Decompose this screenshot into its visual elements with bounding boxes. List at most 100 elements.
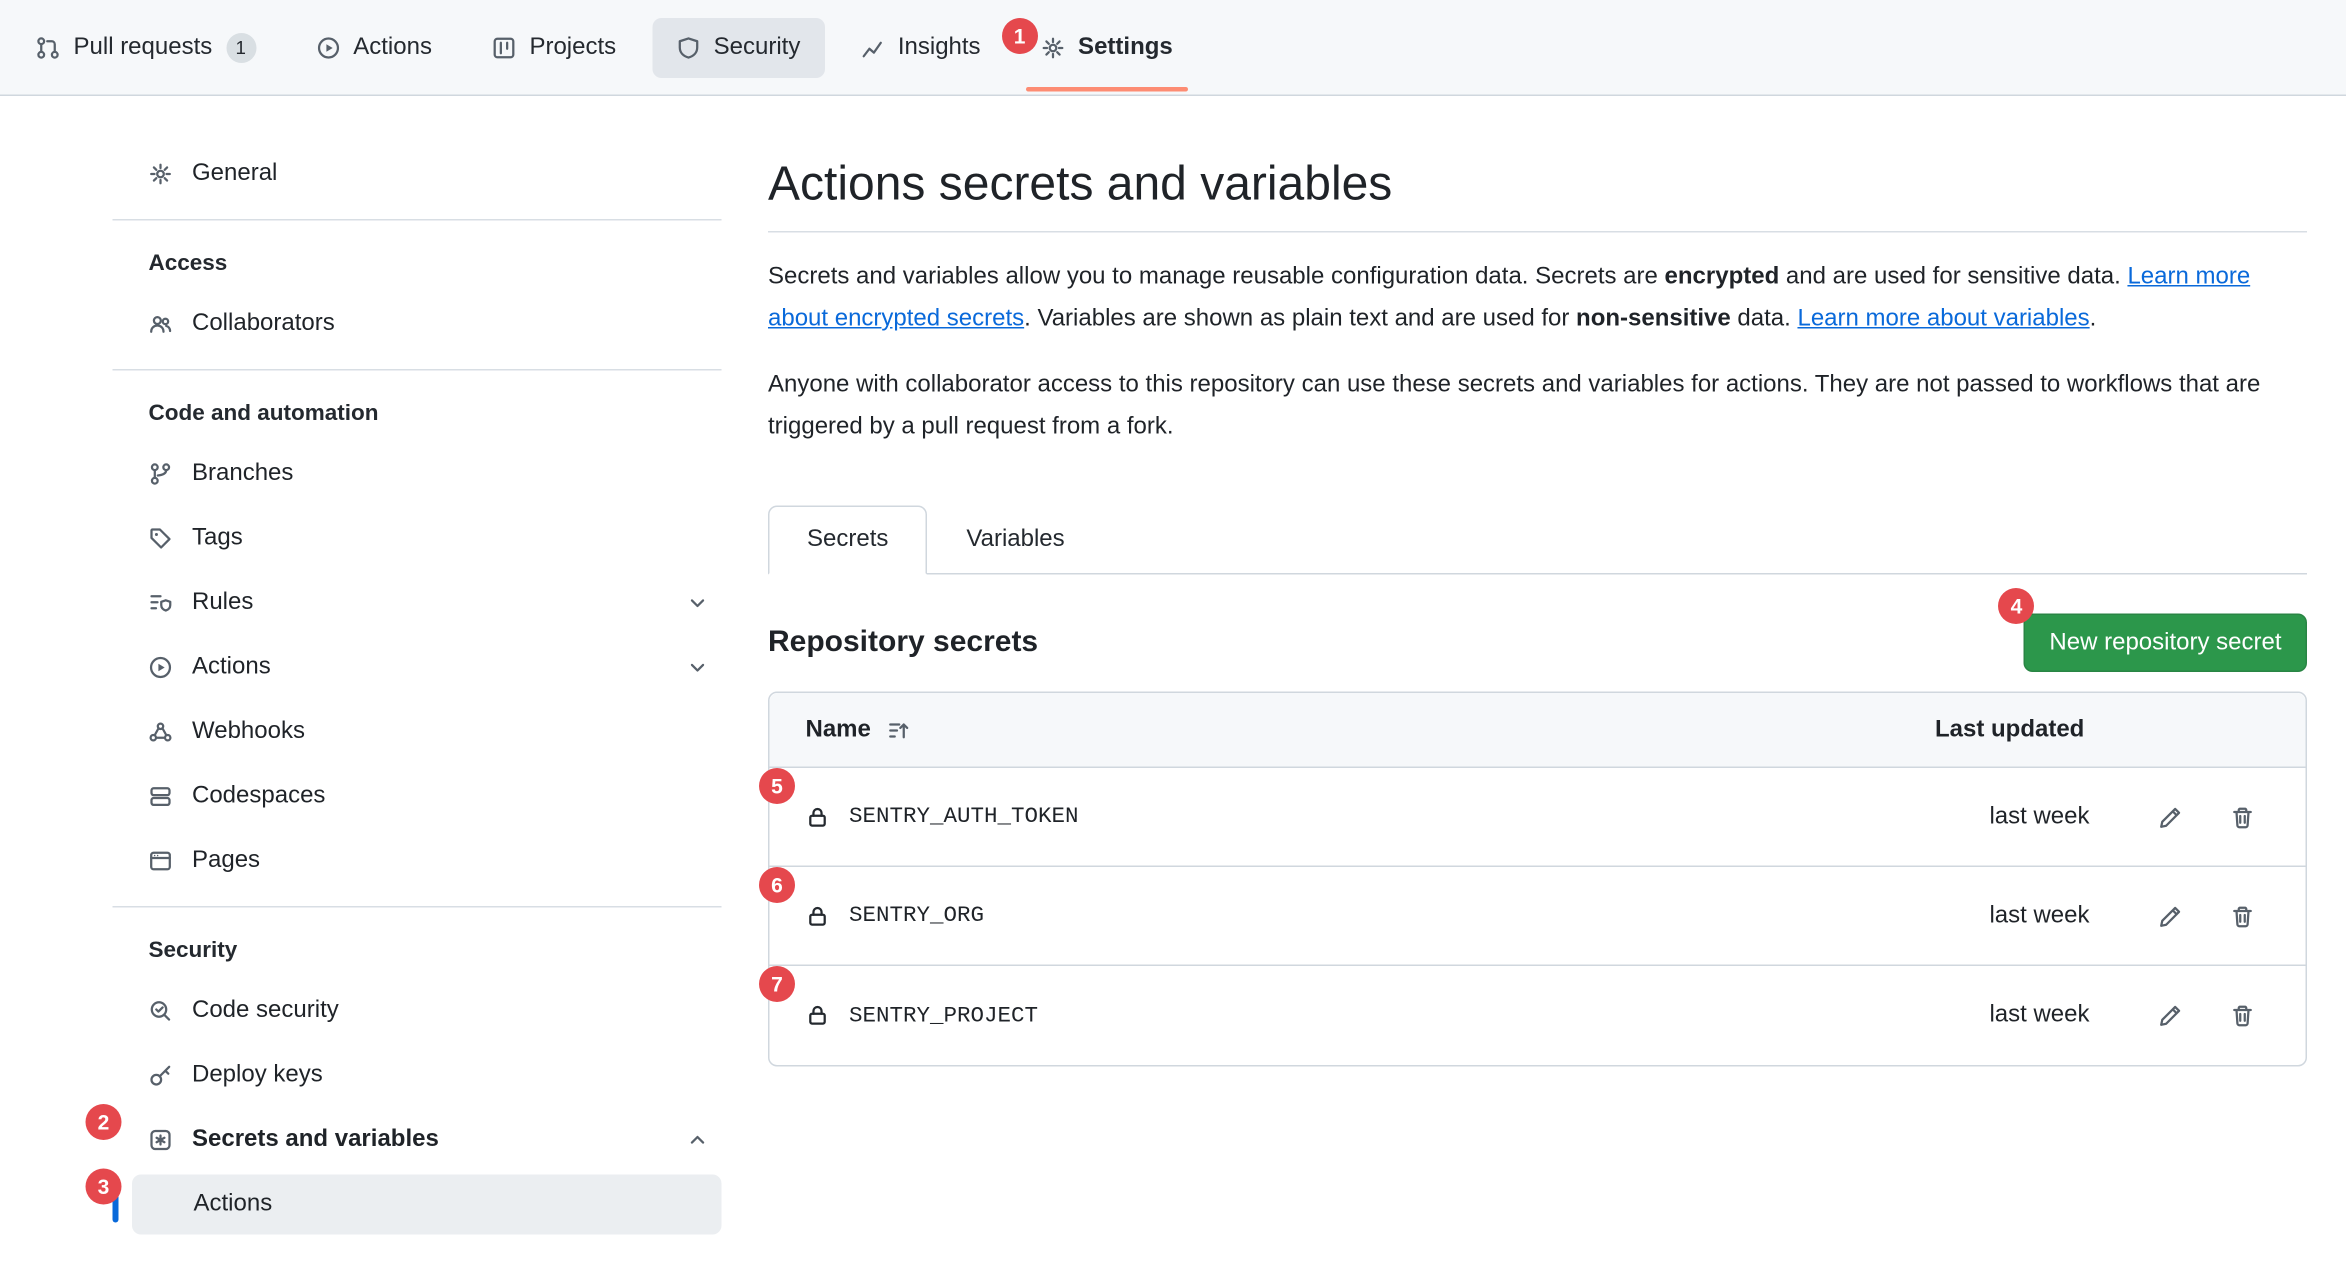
secrets-variables-tabbar: Secrets Variables <box>768 506 2307 575</box>
annotation-badge-6: 6 <box>759 867 795 903</box>
projects-icon <box>492 35 516 59</box>
sort-ascending-icon <box>886 718 910 742</box>
git-pull-request-icon <box>36 35 60 59</box>
nav-settings-label: Settings <box>1078 34 1173 61</box>
annotation-badge-5: 5 <box>759 768 795 804</box>
sidebar-item-label: Tags <box>192 525 243 552</box>
sidebar-item-label: Pages <box>192 848 260 875</box>
play-icon <box>149 656 173 680</box>
sidebar-item-label: Branches <box>192 461 293 488</box>
sidebar-item-pages[interactable]: Pages <box>113 831 722 891</box>
nav-projects[interactable]: Projects <box>468 17 640 77</box>
key-icon <box>149 1064 173 1088</box>
nav-security-label: Security <box>714 34 801 61</box>
annotation-badge-3: 3 <box>86 1169 122 1205</box>
intro-bold-encrypted: encrypted <box>1665 264 1780 290</box>
secret-name: SENTRY_ORG <box>849 903 984 929</box>
secret-name: SENTRY_AUTH_TOKEN <box>849 804 1079 830</box>
rules-icon <box>149 591 173 615</box>
annotation-badge-7: 7 <box>759 966 795 1002</box>
nav-insights-label: Insights <box>898 34 981 61</box>
pencil-icon <box>2159 904 2183 928</box>
sidebar-item-deploy-keys[interactable]: Deploy keys <box>113 1046 722 1106</box>
new-repository-secret-button[interactable]: New repository secret <box>2024 614 2307 673</box>
sidebar-item-code-security[interactable]: Code security <box>113 981 722 1041</box>
sidebar-item-general[interactable]: General <box>113 144 722 204</box>
sidebar-item-actions[interactable]: Actions <box>113 638 722 698</box>
codespaces-icon <box>149 785 173 809</box>
pencil-icon <box>2159 805 2183 829</box>
intro-text: and are used for sensitive data. <box>1779 264 2127 290</box>
intro-text: . <box>2090 306 2097 332</box>
nav-pull-requests[interactable]: Pull requests 1 <box>12 17 280 77</box>
secret-row: 7 SENTRY_PROJECT last week <box>770 966 2306 1065</box>
sidebar-item-tags[interactable]: Tags <box>113 509 722 569</box>
webhook-icon <box>149 720 173 744</box>
tag-icon <box>149 527 173 551</box>
sidebar-item-label: Actions <box>192 654 271 681</box>
annotation-badge-2: 2 <box>86 1104 122 1140</box>
delete-secret-button[interactable] <box>2225 898 2261 934</box>
shield-icon <box>676 35 700 59</box>
last-updated-value: last week <box>1935 1002 2090 1029</box>
people-icon <box>149 312 173 336</box>
sidebar-item-secrets-and-variables[interactable]: 2 Secrets and variables <box>113 1110 722 1170</box>
tab-secrets[interactable]: Secrets <box>768 506 927 575</box>
secret-name-cell: SENTRY_PROJECT <box>806 1003 1936 1029</box>
secret-row: 6 SENTRY_ORG last week <box>770 867 2306 966</box>
nav-settings[interactable]: 1 Settings <box>1017 17 1197 77</box>
secrets-and-variables-content: Actions secrets and variables Secrets an… <box>768 96 2307 1067</box>
trash-icon <box>2231 1004 2255 1028</box>
edit-secret-button[interactable] <box>2153 998 2189 1034</box>
sidebar-item-webhooks[interactable]: Webhooks <box>113 702 722 762</box>
nav-pull-requests-label: Pull requests <box>74 34 213 61</box>
annotation-badge-1: 1 <box>1002 17 1038 53</box>
sidebar-subitem-actions-selected[interactable]: 3 Actions <box>132 1175 722 1235</box>
secret-row: 5 SENTRY_AUTH_TOKEN last week <box>770 768 2306 867</box>
delete-secret-button[interactable] <box>2225 998 2261 1034</box>
browser-icon <box>149 849 173 873</box>
sidebar-item-label: Codespaces <box>192 783 325 810</box>
nav-actions-label: Actions <box>353 34 432 61</box>
sidebar-item-label: Webhooks <box>192 719 305 746</box>
column-name-label: Name <box>806 716 871 743</box>
secret-row-meta: last week <box>1935 898 2267 934</box>
sidebar-item-label: Code security <box>192 998 339 1025</box>
edit-secret-button[interactable] <box>2153 799 2189 835</box>
intro-paragraph-2: Anyone with collaborator access to this … <box>768 365 2307 449</box>
intro-bold-non-sensitive: non-sensitive <box>1576 306 1731 332</box>
sidebar-item-collaborators[interactable]: Collaborators <box>113 294 722 354</box>
nav-security[interactable]: Security <box>652 17 824 77</box>
sidebar-section-access: Access <box>113 251 722 277</box>
edit-secret-button[interactable] <box>2153 898 2189 934</box>
nav-actions[interactable]: Actions <box>292 17 456 77</box>
learn-more-variables-link[interactable]: Learn more about variables <box>1797 306 2089 332</box>
tab-variables[interactable]: Variables <box>927 506 1103 575</box>
nav-projects-label: Projects <box>529 34 616 61</box>
column-header-name[interactable]: Name <box>806 716 1936 743</box>
nav-insights[interactable]: Insights <box>836 17 1004 77</box>
lock-icon <box>806 805 830 829</box>
pull-requests-count-badge: 1 <box>226 32 256 62</box>
sidebar-item-label: Collaborators <box>192 311 335 338</box>
chevron-up-icon <box>686 1128 710 1152</box>
sidebar-item-label: Rules <box>192 590 253 617</box>
sidebar-item-rules[interactable]: Rules <box>113 573 722 633</box>
intro-paragraph-1: Secrets and variables allow you to manag… <box>768 257 2307 341</box>
divider <box>113 369 722 371</box>
secrets-table-header: Name Last updated <box>770 693 2306 768</box>
repository-secrets-header-row: Repository secrets 4 New repository secr… <box>768 614 2307 673</box>
column-header-last-updated: Last updated <box>1935 716 2267 743</box>
chevron-down-icon <box>686 591 710 615</box>
secret-row-meta: last week <box>1935 799 2267 835</box>
graph-icon <box>860 35 884 59</box>
sidebar-item-branches[interactable]: Branches <box>113 444 722 504</box>
trash-icon <box>2231 904 2255 928</box>
delete-secret-button[interactable] <box>2225 799 2261 835</box>
intro-text: . Variables are shown as plain text and … <box>1024 306 1576 332</box>
sidebar-section-code-automation: Code and automation <box>113 401 722 427</box>
settings-layout: General Access Collaborators Code and au… <box>0 96 2346 1235</box>
secret-name: SENTRY_PROJECT <box>849 1003 1038 1029</box>
sidebar-item-codespaces[interactable]: Codespaces <box>113 767 722 827</box>
divider <box>113 219 722 221</box>
